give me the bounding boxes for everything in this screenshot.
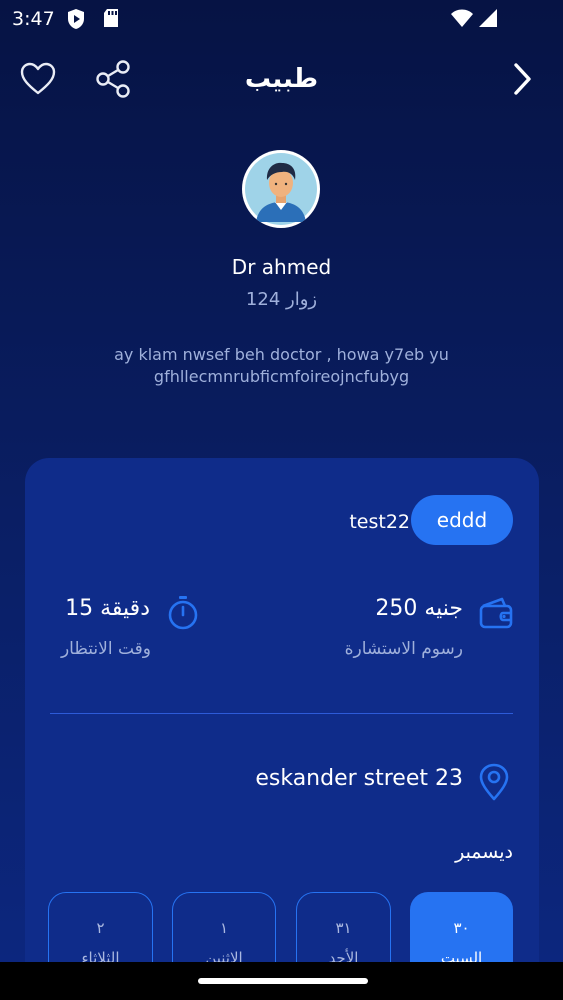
top-app-bar: طبيب bbox=[0, 56, 563, 106]
wait-time-label: وقت الانتظار bbox=[60, 639, 151, 659]
status-bar: 3:47 bbox=[0, 0, 563, 40]
sd-card-icon bbox=[103, 8, 119, 32]
tag-pill-button[interactable]: eddd bbox=[411, 495, 513, 545]
tag-text: test22 bbox=[349, 511, 410, 533]
day-number: ٣٠ bbox=[453, 919, 470, 937]
fee-value: 250 جنيه bbox=[375, 596, 463, 621]
stopwatch-icon bbox=[166, 595, 200, 635]
status-time: 3:47 bbox=[12, 8, 55, 30]
doctor-bio: ay klam nwsef beh doctor , howa y7eb yug… bbox=[114, 345, 449, 386]
day-number: ٣١ bbox=[335, 919, 352, 937]
day-number: ١ bbox=[219, 919, 229, 937]
location-pin-icon bbox=[478, 763, 510, 805]
back-button[interactable] bbox=[500, 56, 544, 106]
page-title: طبيب bbox=[244, 64, 319, 94]
wait-time-value: 15 دقيقة bbox=[65, 596, 150, 621]
fee-label: رسوم الاستشارة bbox=[344, 639, 463, 659]
system-navigation-bar bbox=[0, 962, 563, 1000]
visits-count: 124 زوار bbox=[245, 289, 318, 310]
wallet-icon bbox=[478, 595, 514, 635]
day-number: ٢ bbox=[96, 919, 105, 937]
month-label: ديسمبر bbox=[455, 841, 513, 863]
cell-signal-icon bbox=[478, 8, 498, 32]
chevron-right-icon bbox=[511, 62, 533, 100]
home-gesture-handle[interactable] bbox=[198, 978, 368, 984]
shield-play-icon bbox=[66, 8, 86, 34]
divider bbox=[50, 713, 513, 714]
wifi-icon bbox=[450, 8, 474, 32]
doctor-name: Dr ahmed bbox=[231, 255, 332, 279]
clinic-address: eskander street 23 bbox=[255, 766, 463, 791]
doctor-avatar bbox=[242, 150, 320, 228]
